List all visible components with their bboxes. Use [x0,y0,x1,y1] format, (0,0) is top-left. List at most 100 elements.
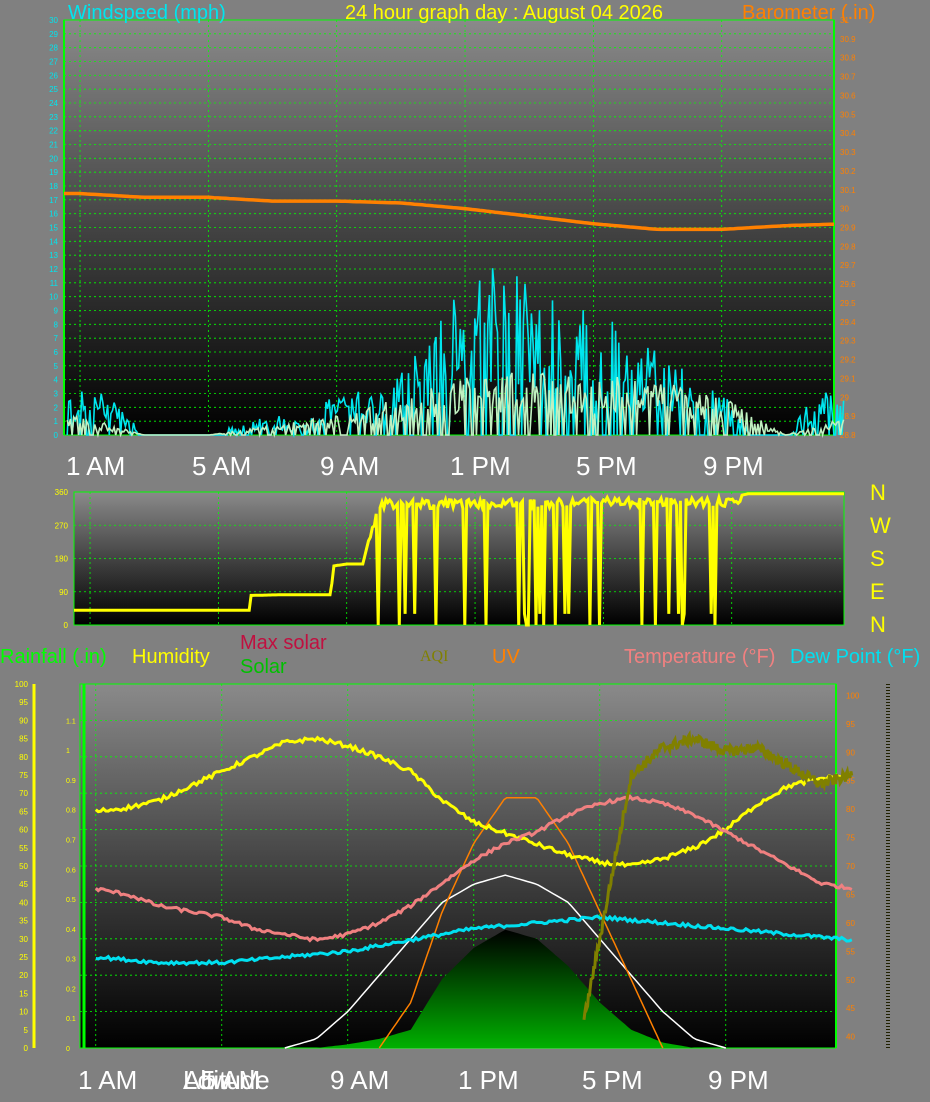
chart-title: 24 hour graph day : August 04 2026 [345,2,664,24]
top-time-label-4: 1 PM [450,451,511,481]
humidity-tick-label: 10 [19,1008,28,1017]
rainfall-tick-label: 0.3 [66,957,76,964]
humidity-tick-label: 0 [24,1044,29,1053]
windspeed-tick-label: 10 [49,293,58,302]
humidity-tick-label: 40 [19,898,28,907]
barometer-tick-label: 30.1 [840,186,856,195]
windspeed-tick-label: 23 [49,113,58,122]
compass-label-n-bottom: N [870,612,886,637]
humidity-tick-label: 15 [19,989,28,998]
windspeed-axis-label: Windspeed (mph) [68,2,226,24]
rainfall-tick-label: 0.1 [66,1016,76,1023]
humidity-tick-label: 80 [19,753,28,762]
rainfall-legend: Rainfall (.in) [0,646,107,668]
humidity-tick-label: 55 [19,844,28,853]
aqi-legend: AQI [420,648,449,665]
bottom-time-label-6: 9 PM [708,1065,769,1095]
windspeed-tick-label: 20 [49,154,58,163]
max-solar-legend: Max solar [240,632,327,654]
top-time-label-1: 1 AM [66,451,126,481]
humidity-tick-label: 50 [19,862,28,871]
dew-point-legend: Dew Point (°F) [790,646,921,668]
solar-legend: Solar [240,656,287,678]
rainfall-tick-label: 0.6 [66,867,76,874]
temperature-tick-label: 75 [846,834,855,843]
humidity-legend: Humidity [132,646,210,668]
direction-tick-label: 180 [55,555,69,564]
windspeed-barometer-chart: 0123456789101112131415161718192021222324… [49,16,856,440]
temperature-tick-label: 100 [846,691,860,700]
rainfall-tick-label: 0.8 [66,808,76,815]
barometer-tick-label: 29.9 [840,224,856,233]
windspeed-tick-label: 17 [49,196,58,205]
barometer-tick-label: 29.4 [840,318,856,327]
temperature-tick-label: 95 [846,720,855,729]
windspeed-tick-label: 26 [49,71,58,80]
barometer-tick-label: 30.7 [840,73,856,82]
windspeed-tick-label: 7 [54,334,59,343]
temperature-tick-label: 55 [846,947,855,956]
barometer-tick-label: 30.2 [840,167,856,176]
compass-label-s: S [870,546,885,571]
rainfall-tick-label: 0 [66,1046,70,1053]
temperature-tick-label: 90 [846,748,855,757]
direction-tick-label: 90 [59,588,68,597]
windspeed-tick-label: 11 [50,279,59,288]
windspeed-tick-label: 16 [49,210,58,219]
windspeed-tick-label: 21 [49,141,58,150]
windspeed-tick-label: 1 [54,417,59,426]
barometer-tick-label: 30.5 [840,110,856,119]
barometer-tick-label: 30.3 [840,148,856,157]
barometer-tick-label: 29.8 [840,242,856,251]
compass-label-e: E [870,579,885,604]
rainfall-tick-label: 0.9 [66,778,76,785]
compass-label-n-top: N [870,480,886,505]
temperature-tick-label: 45 [846,1004,855,1013]
barometer-tick-label: 29.3 [840,337,856,346]
uv-legend: UV [492,646,520,668]
windspeed-tick-label: 24 [49,99,58,108]
temperature-tick-label: 40 [846,1033,855,1042]
weather-detail-chart: 0510152025303540455055606570758085909510… [15,680,890,1053]
rainfall-tick-label: 0.7 [66,838,76,845]
windspeed-tick-label: 6 [54,348,59,357]
humidity-tick-label: 100 [15,680,29,689]
windspeed-tick-label: 15 [49,224,58,233]
top-time-label-2: 5 AM [192,451,252,481]
rainfall-tick-label: 1.1 [66,718,76,725]
temperature-tick-label: 80 [846,805,855,814]
barometer-tick-label: 29.5 [840,299,856,308]
rainfall-tick-label: 0.5 [66,897,76,904]
windspeed-tick-label: 19 [49,168,58,177]
humidity-tick-label: 85 [19,735,28,744]
temperature-tick-label: 65 [846,890,855,899]
wind-direction-chart: 0 90 180 270 360 [55,488,845,630]
humidity-tick-label: 45 [19,880,28,889]
barometer-tick-label: 29 [840,393,849,402]
windspeed-tick-label: 29 [49,30,58,39]
windspeed-tick-label: 14 [49,237,58,246]
barometer-tick-label: 29.2 [840,356,856,365]
barometer-tick-label: 30.8 [840,54,856,63]
barometer-tick-label: 29.6 [840,280,856,289]
humidity-tick-label: 5 [24,1026,29,1035]
top-time-label-3: 9 AM [320,451,380,481]
windspeed-tick-label: 30 [49,16,58,25]
barometer-tick-label: 30 [840,205,849,214]
bottom-time-label-4: 1 PM [458,1065,519,1095]
barometer-tick-label: 30.6 [840,91,856,100]
windspeed-tick-label: 3 [54,390,59,399]
windspeed-tick-label: 28 [49,44,58,53]
humidity-tick-label: 95 [19,698,28,707]
windspeed-tick-label: 9 [54,307,59,316]
humidity-tick-label: 30 [19,935,28,944]
bottom-time-label-5: 5 PM [582,1065,643,1095]
humidity-tick-label: 65 [19,807,28,816]
bottom-altitude-label: Altitude [183,1065,270,1095]
bottom-time-label-1: 1 AM [78,1065,138,1095]
bottom-time-label-3: 9 AM [330,1065,390,1095]
humidity-tick-label: 90 [19,716,28,725]
humidity-tick-label: 25 [19,953,28,962]
windspeed-tick-label: 2 [54,403,59,412]
windspeed-tick-label: 22 [49,127,58,136]
